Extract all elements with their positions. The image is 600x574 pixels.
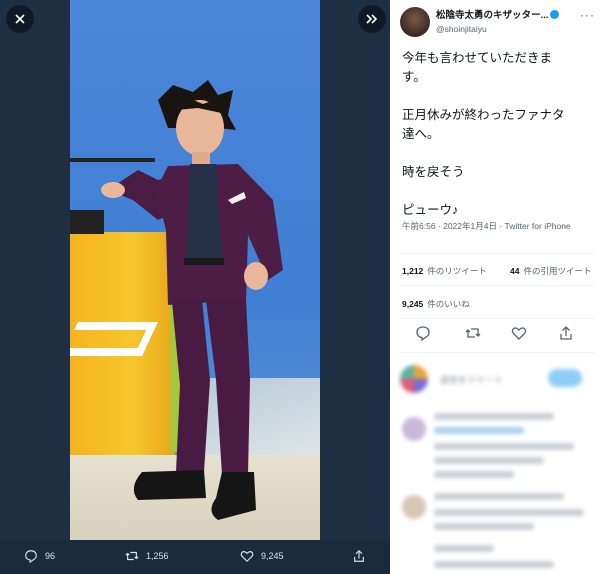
expand-button[interactable] [358,5,386,33]
viewer-retweet-button[interactable]: 1,256 [125,549,169,563]
share-icon [354,549,364,562]
tweet-line: す。 [402,70,426,84]
reply-line [434,561,554,568]
reply-line [434,471,514,478]
media-action-bar [0,540,390,574]
quote-stats[interactable]: 44 件の引用ツイート [510,265,591,277]
quotes-count: 44 [510,266,520,276]
retweets-label: 件のリツイート [427,266,487,276]
author-name[interactable]: 松陰寺太勇のキザッター... [436,7,560,21]
reply-composer[interactable]: 返信をツイート [400,365,503,393]
tweet-photo[interactable] [70,0,320,540]
divider [400,318,595,319]
reply-icon[interactable] [415,325,431,341]
likes-label: 件のいいね [427,299,470,309]
retweet-stats[interactable]: 1,212 件のリツイート [402,265,487,277]
app-root: 96 1,256 9,245 松陰寺太勇のキザッター... @shoinjita… [0,0,600,574]
retweets-count: 1,212 [402,266,424,276]
heart-icon [240,551,254,563]
retweet-icon [125,551,139,561]
heart-icon[interactable] [511,325,527,341]
reply-line [434,545,494,552]
reply-line [434,493,564,500]
divider [400,253,595,254]
tweet-line: 正月休みが終わったファナタ [402,108,565,122]
retweet-icon[interactable] [465,325,481,341]
reply-line [434,523,534,530]
tweet-text: 今年も言わせていただきま す。 正月休みが終わったファナタ 達へ。 時を戻そう … [402,49,592,220]
tweet-line: 今年も言わせていただきま [402,51,553,65]
person-figure [101,80,283,520]
reply-submit-button[interactable] [548,369,582,387]
media-viewer: 96 1,256 9,245 [0,0,390,574]
replies-section: 返信をツイート [390,355,600,574]
likes-count: 9,245 [402,299,424,309]
viewer-like-count: 9,245 [261,551,284,561]
reply-line [434,427,524,434]
viewer-share-button[interactable] [352,549,373,563]
avatar[interactable] [400,7,430,37]
tweet-line-gap [402,144,592,163]
reply-avatar [402,417,426,441]
tweet-line: ピューウ♪ [402,203,459,217]
divider [400,352,595,353]
author-text: 松陰寺太勇のキザッター... @shoinjitaiyu [436,7,560,37]
tweet-timestamp[interactable]: 午前6:56 · 2022年1月4日 · Twitter for iPhone [402,220,592,233]
reply-line [434,457,544,464]
chevron-double-right-icon [366,14,378,24]
quotes-label: 件の引用ツイート [523,266,592,276]
tweet-line: 時を戻そう [402,165,465,179]
viewer-like-button[interactable]: 9,245 [240,549,284,563]
tweet-line-gap [402,182,592,201]
author-name-text: 松陰寺太勇のキザッター... [436,10,549,21]
reply-line [434,413,554,420]
more-options-icon[interactable]: ··· [580,8,595,22]
tweet-line: 達へ。 [402,127,440,141]
reply-line [434,509,584,516]
close-icon [15,14,25,24]
author-handle[interactable]: @shoinjitaiyu [436,24,559,34]
reply-avatar [402,495,426,519]
reply-line [434,443,574,450]
tweet-panel: 松陰寺太勇のキザッター... @shoinjitaiyu ··· 今年も言わせて… [390,0,600,574]
reply-icon [25,550,37,563]
viewer-reply-count: 96 [45,551,56,561]
verified-badge-icon [550,9,560,19]
tweet-author[interactable]: 松陰寺太勇のキザッター... @shoinjitaiyu [400,7,560,37]
like-stats[interactable]: 9,245 件のいいね [402,298,470,310]
current-user-avatar [400,365,428,393]
reply-placeholder[interactable]: 返信をツイート [440,373,503,386]
viewer-retweet-count: 1,256 [146,551,169,561]
close-button[interactable] [6,5,34,33]
tweet-actions [390,325,600,345]
share-icon[interactable] [558,325,574,341]
viewer-reply-button[interactable]: 96 [24,549,55,563]
divider [400,285,595,286]
tweet-line-gap [402,87,592,106]
